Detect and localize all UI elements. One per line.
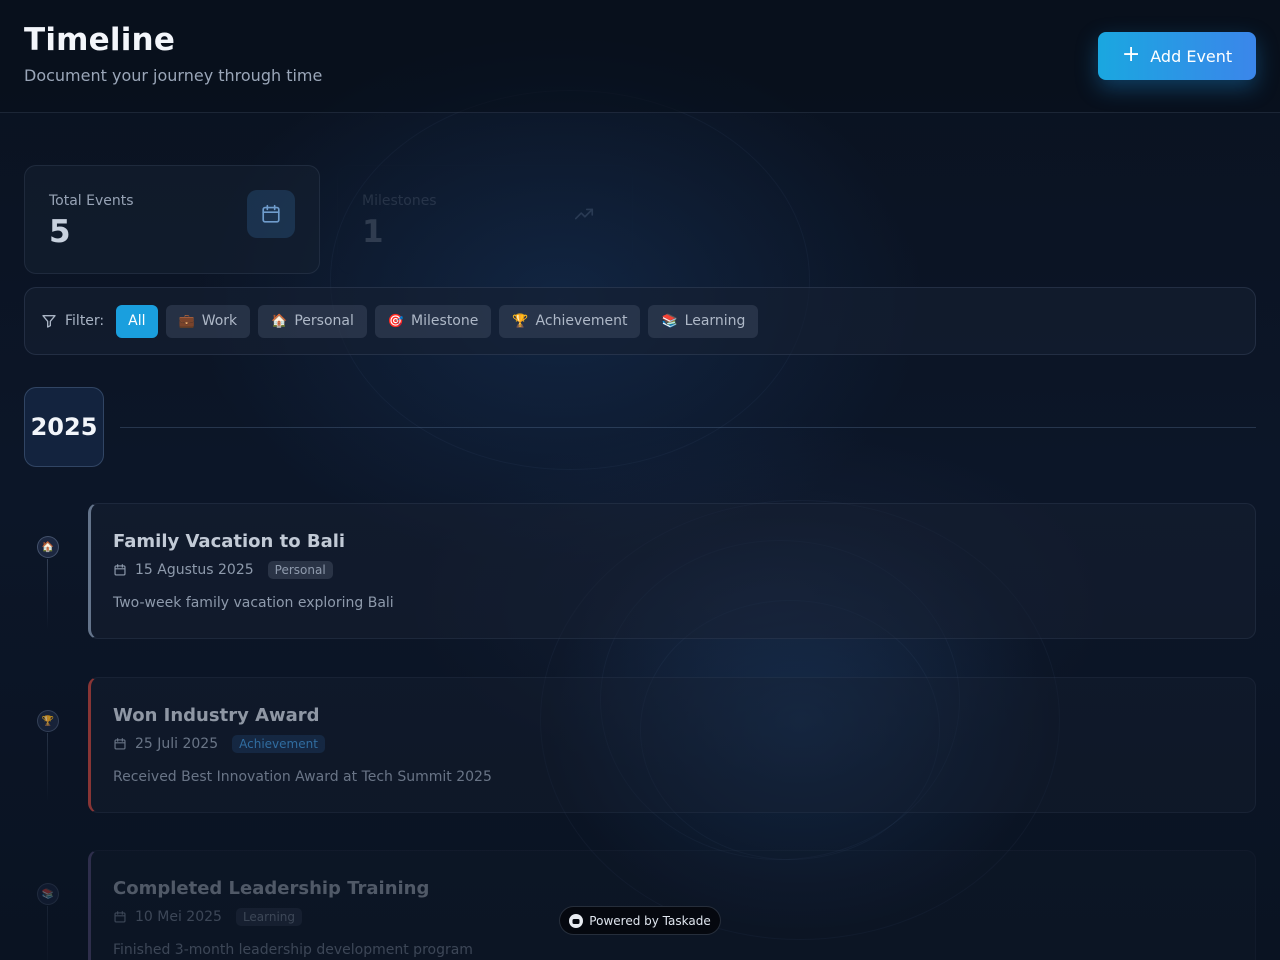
- page-title: Timeline: [24, 22, 176, 58]
- stat-label: Total Events: [49, 193, 134, 209]
- stat-label: Milestones: [362, 193, 437, 209]
- timeline-event: 🏆 Won Industry Award 25 Juli 2025 Achiev…: [24, 677, 1256, 813]
- stat-card-milestones: Milestones 1: [337, 165, 633, 274]
- event-description: Received Best Innovation Award at Tech S…: [113, 769, 492, 785]
- add-event-button[interactable]: + Add Event: [1098, 32, 1256, 80]
- timeline-connector: [47, 559, 48, 629]
- event-meta: 25 Juli 2025 Achievement: [113, 735, 325, 753]
- page-subtitle: Document your journey through time: [24, 66, 323, 85]
- powered-by-text: Powered by Taskade: [589, 913, 711, 928]
- event-card[interactable]: Won Industry Award 25 Juli 2025 Achievem…: [88, 677, 1256, 813]
- event-card[interactable]: Completed Leadership Training 10 Mei 202…: [88, 850, 1256, 960]
- powered-by-badge[interactable]: Powered by Taskade: [559, 906, 721, 935]
- books-icon: 📚: [661, 313, 678, 329]
- stat-value: 1: [362, 214, 384, 250]
- app-header: Timeline Document your journey through t…: [0, 0, 1280, 113]
- filter-chip-work[interactable]: 💼 Work: [165, 304, 251, 338]
- plus-icon: +: [1121, 42, 1141, 67]
- event-title: Family Vacation to Bali: [113, 531, 346, 552]
- house-icon: 🏠: [271, 313, 288, 329]
- chip-label: Work: [201, 313, 238, 329]
- calendar-icon: [247, 190, 295, 238]
- event-meta: 15 Agustus 2025 Personal: [113, 561, 333, 579]
- chip-label: Milestone: [411, 313, 479, 329]
- timeline-connector: [47, 906, 48, 960]
- filter-chip-achievement[interactable]: 🏆 Achievement: [499, 304, 641, 338]
- event-title: Completed Leadership Training: [113, 878, 430, 899]
- trophy-icon: 🏆: [37, 710, 59, 732]
- filter-bar: Filter: All 💼 Work 🏠 Personal 🎯 Mileston…: [24, 287, 1256, 355]
- event-description: Finished 3-month leadership development …: [113, 942, 473, 958]
- filter-chip-personal[interactable]: 🏠 Personal: [258, 304, 367, 338]
- event-category-tag: Personal: [267, 561, 333, 579]
- filter-chip-all[interactable]: All: [116, 304, 158, 338]
- event-title: Won Industry Award: [113, 705, 320, 726]
- filter-label-text: Filter:: [65, 313, 105, 329]
- taskade-logo-icon: [569, 913, 584, 928]
- event-category-tag: Learning: [235, 908, 303, 926]
- timeline-event: 📚 Completed Leadership Training 10 Mei 2…: [24, 850, 1256, 960]
- timeline-connector: [47, 733, 48, 803]
- event-date: 25 Juli 2025: [135, 736, 219, 752]
- stat-card-total-events: Total Events 5: [24, 165, 320, 274]
- filter-chip-learning[interactable]: 📚 Learning: [648, 304, 759, 338]
- chip-label: Learning: [684, 313, 746, 329]
- event-meta: 10 Mei 2025 Learning: [113, 908, 303, 926]
- chip-label: Achievement: [535, 313, 628, 329]
- add-event-label: Add Event: [1150, 46, 1233, 66]
- calendar-icon: [114, 564, 126, 576]
- event-card[interactable]: Family Vacation to Bali 15 Agustus 2025 …: [88, 503, 1256, 639]
- filter-chip-milestone[interactable]: 🎯 Milestone: [374, 304, 492, 338]
- calendar-icon: [114, 911, 126, 923]
- stat-value: 5: [49, 214, 71, 250]
- calendar-icon: [114, 738, 126, 750]
- timeline-event: 🏠 Family Vacation to Bali 15 Agustus 202…: [24, 503, 1256, 639]
- house-icon: 🏠: [37, 536, 59, 558]
- filter-icon: [42, 315, 56, 328]
- filter-label: Filter:: [41, 313, 104, 329]
- chip-label: Personal: [294, 313, 354, 329]
- event-category-tag: Achievement: [232, 735, 325, 753]
- event-date: 10 Mei 2025: [135, 909, 222, 925]
- main-content: Total Events 5 Milestones 1 Filter: All …: [0, 113, 1280, 960]
- briefcase-icon: 💼: [178, 313, 195, 329]
- chip-label: All: [128, 313, 146, 329]
- trophy-icon: 🏆: [512, 313, 529, 329]
- event-date: 15 Agustus 2025: [135, 562, 254, 578]
- year-badge: 2025: [24, 387, 104, 467]
- target-icon: 🎯: [387, 313, 405, 329]
- books-icon: 📚: [37, 883, 59, 905]
- year-divider: [120, 427, 1256, 428]
- event-description: Two-week family vacation exploring Bali: [113, 595, 394, 611]
- trending-up-icon: [560, 190, 608, 238]
